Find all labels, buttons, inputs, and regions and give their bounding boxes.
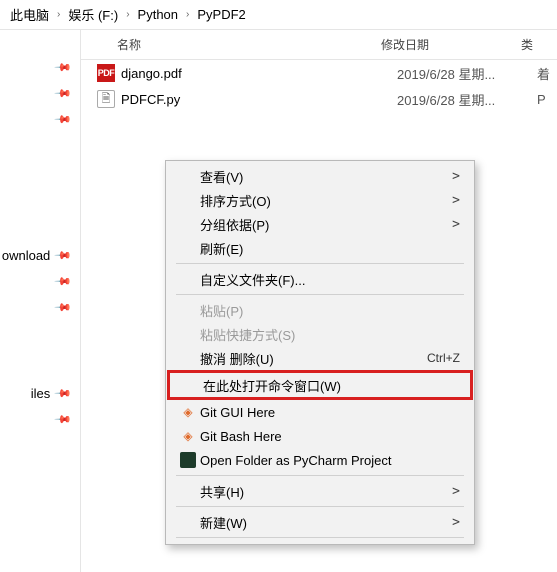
python-file-icon: 🗎 — [97, 90, 115, 108]
sidebar-item[interactable]: ownload📌 — [0, 242, 80, 268]
sidebar-item[interactable]: 📌 — [0, 80, 80, 106]
file-name: PDFCF.py — [121, 92, 397, 107]
sidebar-item[interactable]: 📌 — [0, 406, 80, 432]
sidebar: 📌 📌 📌 ownload📌 📌 📌 iles📌 📌 — [0, 30, 80, 572]
menu-separator — [176, 506, 464, 507]
menu-git-gui[interactable]: ◈Git GUI Here — [168, 400, 472, 424]
pin-icon: 📌 — [54, 84, 73, 103]
chevron-right-icon: > — [452, 169, 460, 184]
pin-icon: 📌 — [54, 272, 73, 291]
menu-separator — [176, 537, 464, 538]
chevron-right-icon: > — [452, 515, 460, 530]
menu-refresh[interactable]: 刷新(E) — [168, 236, 472, 260]
menu-customize[interactable]: 自定义文件夹(F)... — [168, 267, 472, 291]
breadcrumb-item[interactable]: 娱乐 (F:) — [68, 5, 118, 24]
chevron-right-icon: › — [184, 9, 191, 20]
column-date[interactable]: 修改日期 — [381, 36, 521, 53]
breadcrumb-item[interactable]: 此电脑 — [10, 5, 49, 24]
highlight-annotation: 在此处打开命令窗口(W) — [167, 370, 473, 400]
breadcrumb[interactable]: 此电脑 › 娱乐 (F:) › Python › PyPDF2 — [0, 0, 557, 30]
menu-group[interactable]: 分组依据(P)> — [168, 212, 472, 236]
git-icon: ◈ — [176, 405, 200, 419]
chevron-right-icon: › — [55, 9, 62, 20]
file-type: P — [537, 92, 546, 107]
chevron-right-icon: > — [452, 484, 460, 499]
menu-sort[interactable]: 排序方式(O)> — [168, 188, 472, 212]
pin-icon: 📌 — [54, 384, 73, 403]
file-row[interactable]: PDF django.pdf 2019/6/28 星期... 着 — [81, 60, 557, 86]
menu-open-cmd[interactable]: 在此处打开命令窗口(W) — [170, 373, 470, 397]
menu-share[interactable]: 共享(H)> — [168, 479, 472, 503]
menu-new[interactable]: 新建(W)> — [168, 510, 472, 534]
sidebar-item[interactable]: 📌 — [0, 106, 80, 132]
file-type: 着 — [537, 64, 550, 83]
menu-separator — [176, 263, 464, 264]
column-name[interactable]: 名称 — [81, 36, 381, 53]
menu-paste: 粘贴(P) — [168, 298, 472, 322]
sidebar-item[interactable]: 📌 — [0, 268, 80, 294]
menu-paste-shortcut: 粘贴快捷方式(S) — [168, 322, 472, 346]
menu-separator — [176, 294, 464, 295]
menu-separator — [176, 475, 464, 476]
file-date: 2019/6/28 星期... — [397, 90, 537, 109]
chevron-right-icon: > — [452, 217, 460, 232]
chevron-right-icon: › — [124, 9, 131, 20]
breadcrumb-item[interactable]: Python — [138, 7, 178, 22]
file-name: django.pdf — [121, 66, 397, 81]
sidebar-item[interactable]: 📌 — [0, 294, 80, 320]
pdf-icon: PDF — [97, 64, 115, 82]
menu-view[interactable]: 查看(V)> — [168, 164, 472, 188]
column-type[interactable]: 类 — [521, 36, 541, 53]
breadcrumb-item[interactable]: PyPDF2 — [197, 7, 245, 22]
menu-undo[interactable]: 撤消 删除(U)Ctrl+Z — [168, 346, 472, 370]
pin-icon: 📌 — [54, 410, 73, 429]
pin-icon: 📌 — [54, 58, 73, 77]
sidebar-item[interactable]: iles📌 — [0, 380, 80, 406]
file-date: 2019/6/28 星期... — [397, 64, 537, 83]
pin-icon: 📌 — [54, 110, 73, 129]
sidebar-item[interactable]: 📌 — [0, 54, 80, 80]
pin-icon: 📌 — [54, 246, 73, 265]
pin-icon: 📌 — [54, 298, 73, 317]
menu-pycharm[interactable]: Open Folder as PyCharm Project — [168, 448, 472, 472]
git-icon: ◈ — [176, 429, 200, 443]
column-headers: 名称 修改日期 类 — [81, 30, 557, 60]
menu-git-bash[interactable]: ◈Git Bash Here — [168, 424, 472, 448]
chevron-right-icon: > — [452, 193, 460, 208]
pycharm-icon — [176, 452, 200, 468]
context-menu: 查看(V)> 排序方式(O)> 分组依据(P)> 刷新(E) 自定义文件夹(F)… — [165, 160, 475, 545]
file-row[interactable]: 🗎 PDFCF.py 2019/6/28 星期... P — [81, 86, 557, 112]
